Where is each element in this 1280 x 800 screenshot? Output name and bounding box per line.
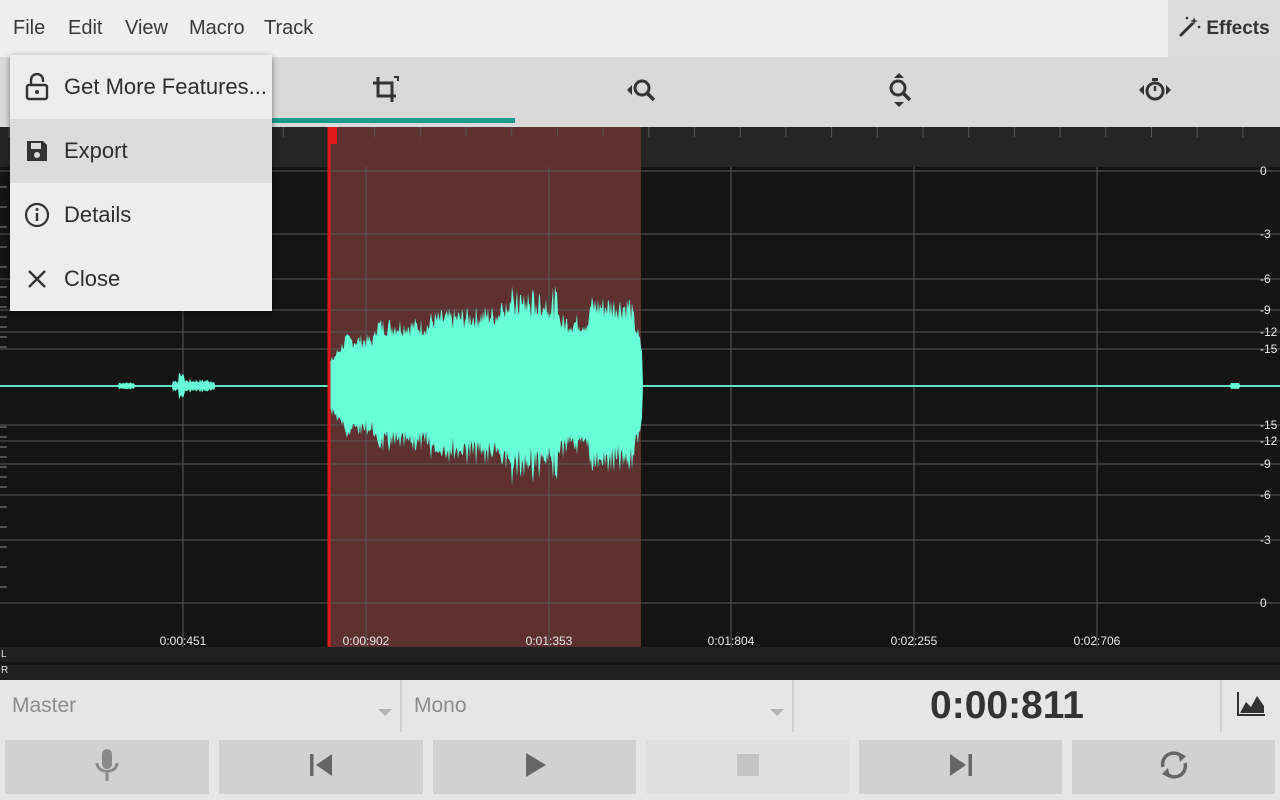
db-label: -12 <box>1260 325 1278 339</box>
menu-macro[interactable]: Macro <box>189 0 245 57</box>
crop-tool-button[interactable] <box>258 57 514 127</box>
db-label: -15 <box>1260 418 1278 432</box>
left-scale-ticks <box>0 186 7 588</box>
menu-item-export[interactable]: Export <box>10 119 272 183</box>
menu-item-label: Details <box>64 202 132 227</box>
menu-bar: File Edit View Macro Track Effects <box>0 0 1280 57</box>
db-label: -12 <box>1260 434 1278 448</box>
time-display: 0:00:811 <box>794 680 1222 732</box>
playhead-handle <box>329 127 337 144</box>
controls-panel: Master Mono 0:00:811 <box>0 680 1280 800</box>
spectrum-button[interactable] <box>1222 680 1280 732</box>
menu-view[interactable]: View <box>125 0 168 57</box>
menu-track[interactable]: Track <box>264 0 313 57</box>
stop-button[interactable] <box>646 740 849 794</box>
channel-meter-strip: L R <box>0 647 1280 680</box>
channel-divider <box>0 662 1280 665</box>
time-label: 0:02:706 <box>1073 634 1121 647</box>
zoom-vertical-icon <box>885 72 915 113</box>
effects-button[interactable]: Effects <box>1168 0 1280 57</box>
menu-item-label: Get More Features... <box>64 74 267 99</box>
left-channel-label: L <box>1 649 7 660</box>
area-chart-icon <box>1235 690 1267 723</box>
skip-back-icon <box>308 752 334 783</box>
time-label: 0:00:451 <box>159 634 207 647</box>
magic-wand-icon <box>1178 14 1202 43</box>
zoom-horizontal-icon <box>626 75 660 110</box>
zoom-horizontal-tool-button[interactable] <box>515 57 771 127</box>
db-label: -15 <box>1260 342 1278 356</box>
file-menu-dropdown: Get More Features... Export Details Clos… <box>10 55 272 311</box>
active-tool-indicator <box>258 118 515 123</box>
skip-forward-icon <box>948 752 974 783</box>
crop-icon <box>370 74 402 111</box>
skip-forward-button[interactable] <box>859 740 1062 794</box>
track-select[interactable]: Master <box>0 680 402 732</box>
db-label: -9 <box>1260 457 1271 471</box>
channel-select-value: Mono <box>414 694 467 717</box>
menu-item-get-more-features[interactable]: Get More Features... <box>10 55 272 119</box>
skip-back-button[interactable] <box>219 740 423 794</box>
menu-item-label: Export <box>64 138 128 163</box>
play-icon <box>522 751 548 784</box>
time-label: 0:00:902 <box>342 634 390 647</box>
record-button[interactable] <box>5 740 209 794</box>
db-label: -3 <box>1260 227 1271 241</box>
db-label: -6 <box>1260 272 1271 286</box>
menu-file[interactable]: File <box>13 0 45 57</box>
close-icon <box>10 269 64 289</box>
track-select-value: Master <box>12 694 77 717</box>
menu-item-details[interactable]: Details <box>10 183 272 247</box>
unlock-icon <box>10 73 64 101</box>
menu-edit[interactable]: Edit <box>68 0 102 57</box>
menu-item-label: Close <box>64 266 121 291</box>
loop-button[interactable] <box>1072 740 1275 794</box>
time-label: 0:02:255 <box>890 634 938 647</box>
loop-icon <box>1157 748 1191 787</box>
timer-tool-button[interactable] <box>1027 57 1280 127</box>
db-label: -3 <box>1260 533 1271 547</box>
menu-item-close[interactable]: Close <box>10 247 272 311</box>
dropdown-arrow-icon <box>378 709 392 716</box>
zoom-vertical-tool-button[interactable] <box>772 57 1028 127</box>
info-icon <box>10 202 64 228</box>
db-label: 0 <box>1260 596 1267 610</box>
dropdown-arrow-icon <box>770 709 784 716</box>
stop-icon <box>736 753 760 782</box>
db-label: 0 <box>1260 164 1267 178</box>
time-label: 0:01:353 <box>525 634 573 647</box>
microphone-icon <box>92 747 122 788</box>
play-button[interactable] <box>433 740 636 794</box>
channel-select[interactable]: Mono <box>402 680 794 732</box>
db-label: -6 <box>1260 488 1271 502</box>
effects-label: Effects <box>1206 17 1270 39</box>
save-icon <box>10 139 64 163</box>
time-label: 0:01:804 <box>707 634 755 647</box>
stopwatch-icon <box>1138 75 1172 110</box>
right-channel-label: R <box>1 665 9 676</box>
db-label: -9 <box>1260 303 1271 317</box>
